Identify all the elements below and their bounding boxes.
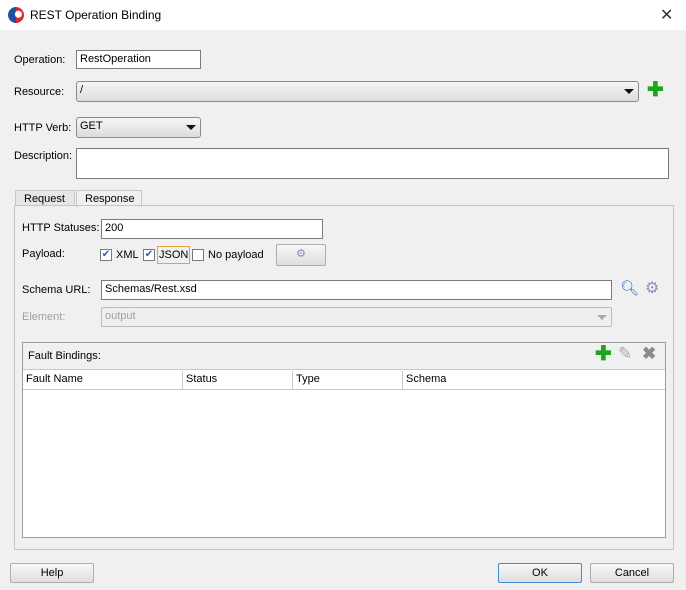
description-input[interactable] [76, 148, 669, 179]
payload-settings-button[interactable]: ⚙ [276, 244, 326, 266]
column-header-fault-name[interactable]: Fault Name [23, 371, 183, 389]
column-header-type[interactable]: Type [293, 371, 403, 389]
search-icon[interactable]: 🔍︎ [620, 279, 639, 297]
element-label: Element: [22, 311, 66, 323]
edit-icon[interactable]: ✎ [618, 344, 632, 364]
schema-label: Schema URL: [22, 284, 91, 296]
resource-label: Resource: [14, 86, 65, 98]
close-icon[interactable]: ✕ [660, 5, 673, 25]
xml-checkbox[interactable]: ✔ [100, 249, 112, 261]
operation-input[interactable]: RestOperation [76, 50, 201, 69]
json-label: JSON [157, 246, 191, 264]
window-title: REST Operation Binding [30, 8, 162, 22]
ok-button[interactable]: OK [498, 563, 582, 583]
verb-label: HTTP Verb: [14, 122, 72, 134]
gear-icon[interactable]: ⚙ [645, 278, 659, 298]
element-value: output [105, 310, 136, 322]
resource-select[interactable]: / [76, 81, 639, 102]
verb-select[interactable]: GET [76, 117, 201, 138]
element-select: output [101, 307, 612, 327]
app-logo-icon [8, 7, 24, 23]
verb-value: GET [80, 120, 103, 132]
add-icon[interactable]: ✚ [595, 344, 612, 364]
xml-label: XML [116, 249, 139, 261]
gear-icon: ⚙ [296, 248, 306, 260]
statuses-label: HTTP Statuses: [22, 222, 100, 234]
fault-header [23, 343, 665, 370]
cancel-button[interactable]: Cancel [590, 563, 674, 583]
fault-bindings-title: Fault Bindings: [28, 350, 101, 362]
help-button[interactable]: Help [10, 563, 94, 583]
no-payload-label: No payload [208, 249, 264, 261]
schema-input[interactable]: Schemas/Rest.xsd [101, 280, 612, 300]
header-divider [23, 389, 665, 390]
statuses-input[interactable]: 200 [101, 219, 323, 239]
resource-value: / [80, 84, 84, 96]
tab-request[interactable]: Request [15, 190, 75, 206]
column-header-schema[interactable]: Schema [403, 371, 665, 389]
operation-label: Operation: [14, 54, 66, 66]
add-resource-icon[interactable]: ✚ [647, 80, 664, 100]
payload-label: Payload: [22, 248, 65, 260]
chevron-down-icon [597, 315, 607, 320]
json-checkbox[interactable]: ✔ [143, 249, 155, 261]
no-payload-checkbox[interactable] [192, 249, 204, 261]
delete-icon[interactable]: ✖ [642, 344, 656, 364]
chevron-down-icon [186, 125, 196, 130]
column-header-status[interactable]: Status [183, 371, 293, 389]
description-label: Description: [14, 150, 73, 162]
chevron-down-icon [624, 89, 634, 94]
